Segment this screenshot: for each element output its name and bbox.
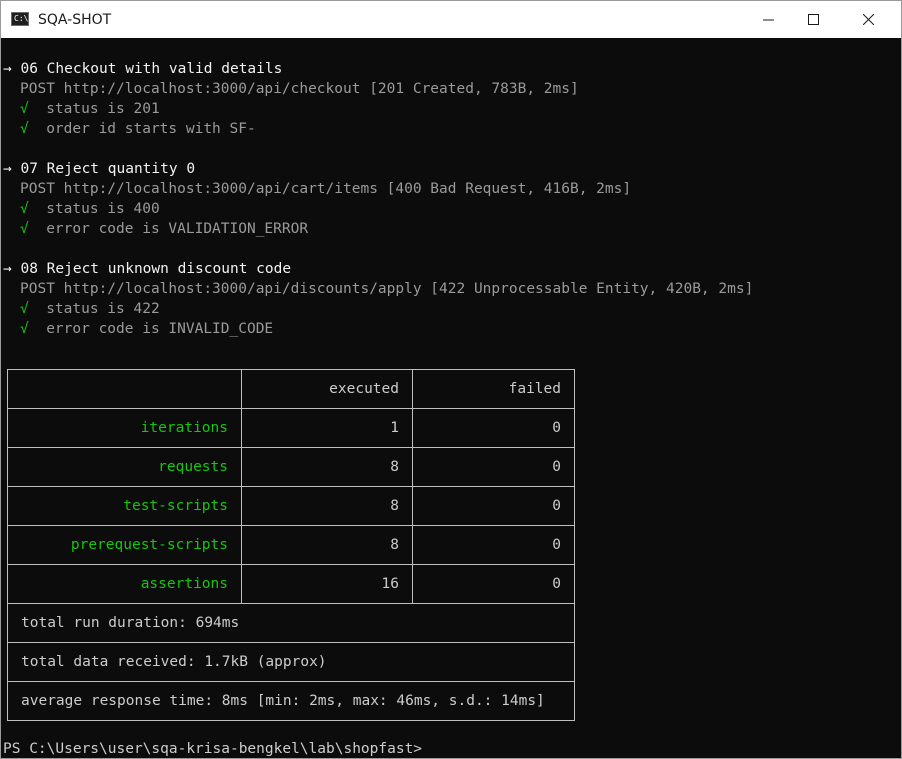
assertion-line: √ order id starts with SF- [20, 119, 256, 139]
minimize-button[interactable] [746, 1, 791, 38]
terminal-window: C:\ SQA-SHOT → 06 Checkout with valid de… [0, 0, 902, 759]
assertion-text: status is 422 [28, 301, 160, 317]
response-time: average response time: 8ms [min: 2ms, ma… [7, 681, 575, 721]
summary-row: prerequest-scripts 8 0 [7, 525, 575, 565]
summary-row: assertions 16 0 [7, 564, 575, 604]
check-icon: √ [20, 321, 29, 337]
terminal-icon: C:\ [11, 12, 29, 26]
test-heading: → 06 Checkout with valid details [3, 61, 283, 77]
assertion-line: √ status is 422 [20, 299, 160, 319]
close-button[interactable] [846, 1, 891, 38]
assertion-text: error code is INVALID_CODE [28, 321, 274, 337]
summary-row: requests 8 0 [7, 447, 575, 487]
check-icon: √ [20, 301, 29, 317]
shell-prompt[interactable]: PS C:\Users\user\sqa-krisa-bengkel\lab\s… [3, 739, 431, 758]
row-label: requests [7, 447, 242, 487]
close-icon [863, 14, 874, 25]
request-line: POST http://localhost:3000/api/cart/item… [20, 181, 632, 197]
request-line: POST http://localhost:3000/api/checkout … [20, 81, 579, 97]
summary-table: executed failed iterations 1 0 requests … [7, 369, 575, 721]
row-failed: 0 [412, 408, 575, 448]
check-icon: √ [20, 121, 29, 137]
row-label: prerequest-scripts [7, 525, 242, 565]
assertion-line: √ error code is INVALID_CODE [20, 319, 273, 339]
summary-header-empty [7, 369, 242, 409]
row-executed: 1 [241, 408, 413, 448]
maximize-button[interactable] [791, 1, 836, 38]
check-icon: √ [20, 201, 29, 217]
maximize-icon [808, 14, 819, 25]
summary-row: test-scripts 8 0 [7, 486, 575, 526]
summary-header-row: executed failed [7, 369, 575, 409]
row-executed: 8 [241, 525, 413, 565]
test-heading: → 08 Reject unknown discount code [3, 261, 292, 277]
test-heading: → 07 Reject quantity 0 [3, 161, 196, 177]
terminal-output[interactable]: → 06 Checkout with valid details POST ht… [1, 38, 901, 758]
title-bar[interactable]: C:\ SQA-SHOT [1, 1, 901, 38]
assertion-text: error code is VALIDATION_ERROR [28, 221, 309, 237]
assertion-text: status is 201 [28, 101, 160, 117]
assertion-line: √ error code is VALIDATION_ERROR [20, 219, 308, 239]
assertion-text: status is 400 [28, 201, 160, 217]
row-failed: 0 [412, 447, 575, 487]
data-received: total data received: 1.7kB (approx) [7, 642, 575, 682]
minimize-icon [763, 19, 774, 21]
row-failed: 0 [412, 486, 575, 526]
row-label: assertions [7, 564, 242, 604]
row-executed: 8 [241, 447, 413, 487]
summary-row: iterations 1 0 [7, 408, 575, 448]
window-title: SQA-SHOT [38, 12, 112, 28]
row-failed: 0 [412, 564, 575, 604]
request-line: POST http://localhost:3000/api/discounts… [20, 281, 754, 297]
row-label: test-scripts [7, 486, 242, 526]
run-duration: total run duration: 694ms [7, 603, 575, 643]
assertion-text: order id starts with SF- [28, 121, 256, 137]
check-icon: √ [20, 101, 29, 117]
row-executed: 8 [241, 486, 413, 526]
assertion-line: √ status is 201 [20, 99, 160, 119]
terminal-icon-glyph: C:\ [14, 14, 29, 23]
summary-data-row: total data received: 1.7kB (approx) [7, 642, 575, 682]
assertion-line: √ status is 400 [20, 199, 160, 219]
summary-duration-row: total run duration: 694ms [7, 603, 575, 643]
row-executed: 16 [241, 564, 413, 604]
row-label: iterations [7, 408, 242, 448]
header-executed: executed [241, 369, 413, 409]
header-failed: failed [412, 369, 575, 409]
check-icon: √ [20, 221, 29, 237]
summary-response-row: average response time: 8ms [min: 2ms, ma… [7, 681, 575, 721]
row-failed: 0 [412, 525, 575, 565]
